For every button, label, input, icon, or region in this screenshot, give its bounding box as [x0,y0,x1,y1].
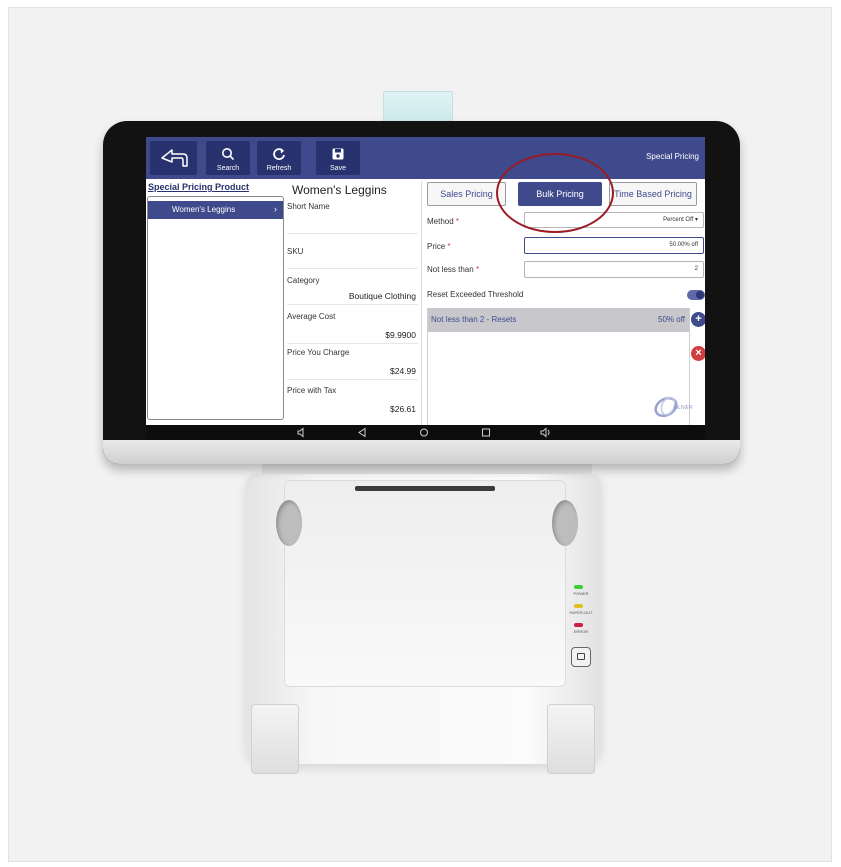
price-you-charge-field: Price You Charge $24.99 [287,345,418,380]
plus-icon: + [695,313,702,325]
average-cost-value: $9.9900 [385,330,416,340]
power-led-label: POWER [573,591,589,596]
search-label: Search [216,165,240,172]
not-less-than-input[interactable]: 2 [524,261,704,278]
paper-feed-button[interactable] [571,647,591,667]
logo-text: OLIVER [674,405,693,411]
bulk-rule-list: Not less than 2 - Resets 50% off [427,308,690,425]
chevron-right-icon: › [274,204,277,214]
search-button[interactable]: Search [206,141,250,175]
monitor-chin [103,440,740,464]
price-label: Price * [427,242,451,251]
volume-up-icon[interactable] [540,426,552,439]
not-less-than-label-text: Not less than [427,265,474,274]
short-name-label: Short Name [287,202,330,211]
printer-foot-right [547,704,595,774]
price-input[interactable]: 50.00% off [524,237,704,254]
android-navbar [146,425,705,440]
paper-slot [355,486,495,491]
sku-field: SKU [287,234,418,269]
printer-door [284,480,566,687]
panel-divider [421,181,422,425]
refresh-label: Refresh [266,165,292,172]
add-rule-button[interactable]: + [691,312,705,327]
price-you-charge-label: Price You Charge [287,348,350,357]
list-item[interactable]: Not less than 2 - Resets 50% off [428,308,689,332]
home-circle-icon[interactable] [419,426,429,439]
price-with-tax-label: Price with Tax [287,386,337,395]
error-led [574,623,583,627]
toggle-knob [696,291,704,299]
paper-out-led-label: PAPER-OUT [569,610,593,615]
product-list: Women's Leggins › [147,196,284,420]
category-field: Category Boutique Clothing [287,270,418,305]
price-with-tax-field: Price with Tax $26.61 [287,383,418,417]
product-list-title: Special Pricing Product [148,182,250,192]
not-less-than-label: Not less than * [427,265,479,274]
refresh-icon [257,144,301,164]
average-cost-field: Average Cost $9.9900 [287,309,418,344]
method-select-value: Percent Off [663,217,694,223]
method-label-text: Method [427,217,454,226]
paper-out-led [574,604,583,608]
chevron-down-icon: ▾ [694,217,698,223]
product-title: Women's Leggins [292,183,387,197]
printer-side-recess-left [276,500,302,546]
sku-label: SKU [287,247,304,256]
pos-screen: Search Refresh Save Special Pricing Spec… [146,137,705,425]
product-list-item-label: Women's Leggins [172,205,236,214]
method-required-mark: * [455,217,460,226]
printer-foot-left [251,704,299,774]
average-cost-label: Average Cost [287,312,336,321]
highlight-circle [496,153,614,233]
tab-sales-pricing[interactable]: Sales Pricing [427,182,506,206]
rule-value: 50% off [658,315,685,324]
recents-square-icon[interactable] [481,426,491,439]
price-required-mark: * [447,242,451,251]
save-icon [316,144,360,164]
top-toolbar: Search Refresh Save Special Pricing [146,137,705,179]
back-triangle-icon[interactable] [357,426,367,439]
method-label: Method * [427,217,459,226]
price-with-tax-value: $26.61 [390,404,416,414]
category-value: Boutique Clothing [348,291,416,301]
rule-label: Not less than 2 - Resets [431,315,517,324]
category-label: Category [287,276,320,285]
product-list-item[interactable]: Women's Leggins › [148,201,283,219]
volume-down-icon[interactable] [296,426,306,439]
price-you-charge-value: $24.99 [390,366,416,376]
tab-time-based-pricing[interactable]: Time Based Pricing [609,182,697,206]
short-name-field: Short Name [287,199,418,234]
save-button[interactable]: Save [316,141,360,175]
error-led-label: ERROR [573,629,589,634]
refresh-button[interactable]: Refresh [257,141,301,175]
close-icon: × [695,347,702,359]
not-less-than-required-mark: * [475,265,480,274]
remove-rule-button[interactable]: × [691,346,705,361]
back-button[interactable] [150,141,197,175]
printer-side-recess-right [552,500,578,546]
save-label: Save [330,165,346,172]
search-icon [206,144,250,164]
power-led [574,585,583,589]
price-label-text: Price [427,242,446,251]
back-arrow-icon [161,149,188,167]
screen-title: Special Pricing [646,152,699,161]
feed-icon [577,653,585,660]
reset-threshold-toggle[interactable] [687,290,705,300]
reset-threshold-label: Reset Exceeded Threshold [427,290,524,299]
